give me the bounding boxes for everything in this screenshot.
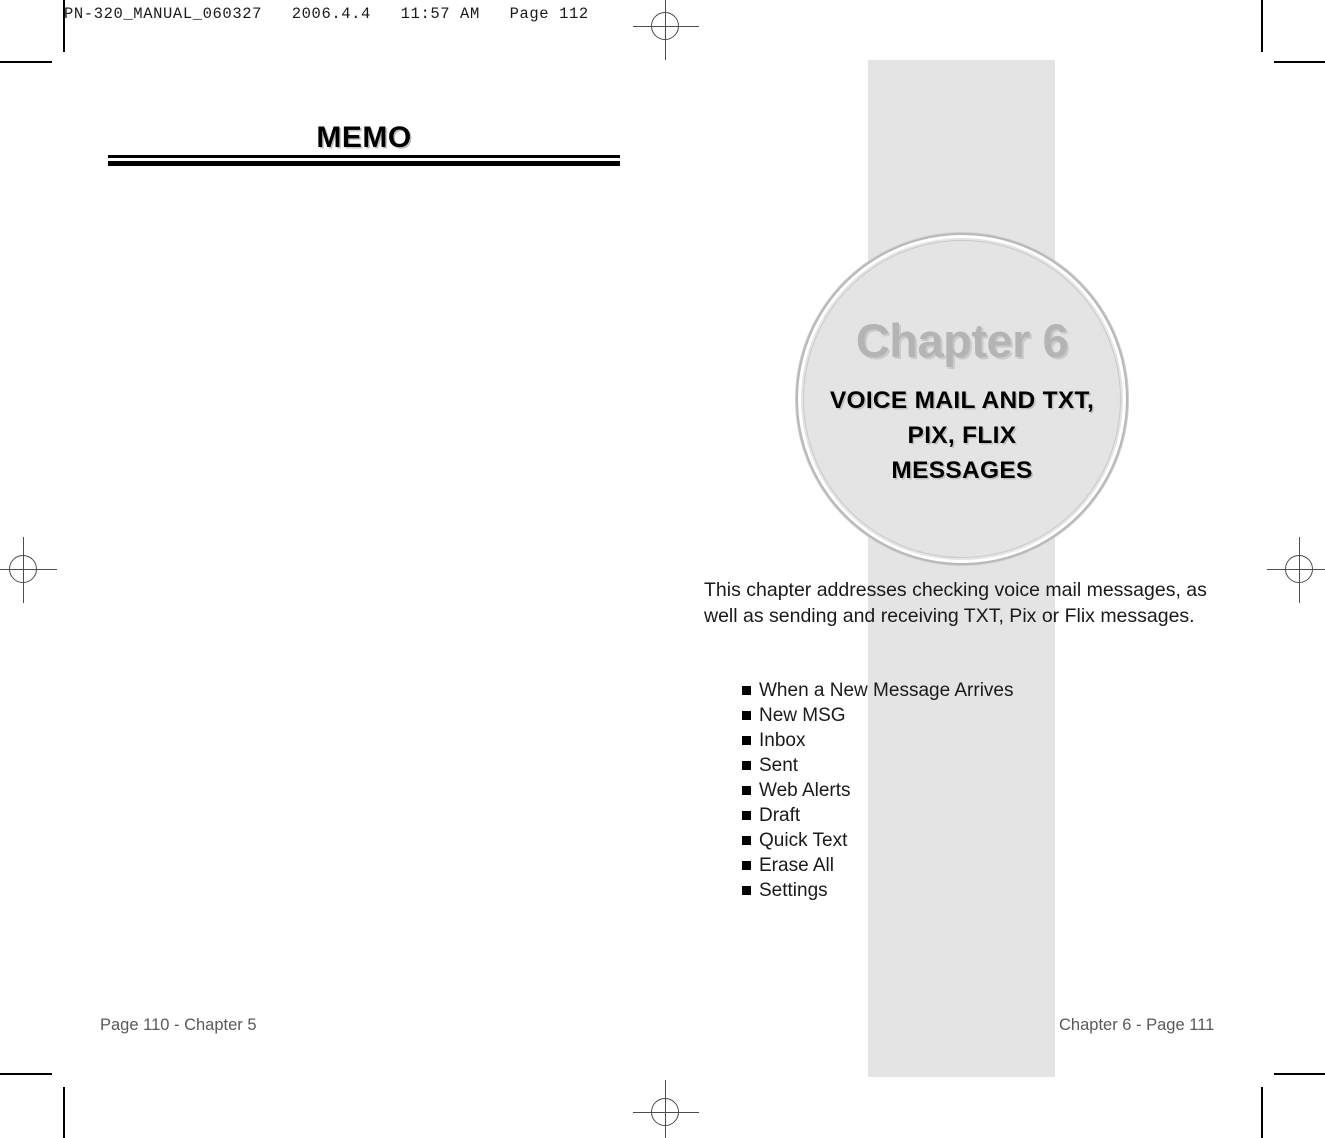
- list-item: Quick Text: [742, 828, 1014, 853]
- chapter-title-line-3: MESSAGES: [891, 457, 1033, 484]
- list-item: Web Alerts: [742, 778, 1014, 803]
- crop-mark-bottom-left-horizontal: [0, 1073, 52, 1075]
- footer-right: Chapter 6 - Page 111: [1059, 1016, 1215, 1034]
- page-background-band: [868, 60, 1055, 1077]
- list-item-label: Erase All: [759, 854, 834, 876]
- chapter-intro-paragraph: This chapter addresses checking voice ma…: [704, 579, 1207, 627]
- memo-rule-thick: [108, 161, 620, 166]
- chapter-title-line-1: VOICE MAIL AND TXT,: [829, 387, 1095, 414]
- chapter-topic-list: When a New Message Arrives New MSG Inbox Se…: [742, 678, 1014, 903]
- list-item-label: Web Alerts: [759, 779, 851, 801]
- square-bullet-icon: [742, 686, 751, 695]
- list-item: Draft: [742, 803, 1014, 828]
- memo-rule-thin: [108, 155, 620, 158]
- list-item: Sent: [742, 753, 1014, 778]
- crop-mark-bottom-right-vertical: [1261, 1087, 1263, 1138]
- square-bullet-icon: [742, 861, 751, 870]
- prepress-header-text: PN-320_MANUAL_060327 2006.4.4 11:57 AM P…: [64, 5, 589, 23]
- square-bullet-icon: [742, 811, 751, 820]
- list-item: Settings: [742, 878, 1014, 903]
- crop-mark-top-left-vertical: [63, 0, 65, 52]
- memo-heading: MEMO: [316, 121, 412, 154]
- crop-mark-top-left-horizontal: [0, 61, 52, 63]
- manual-page-spread: PN-320_MANUAL_060327 2006.4.4 11:57 AM P…: [0, 0, 1325, 1138]
- registration-mark-left-icon: [0, 531, 63, 609]
- square-bullet-icon: [742, 736, 751, 745]
- chapter-title-line-2: PIX, FLIX: [907, 422, 1017, 449]
- square-bullet-icon: [742, 786, 751, 795]
- chapter-number-label: Chapter 6: [855, 314, 1069, 367]
- square-bullet-icon: [742, 886, 751, 895]
- list-item: When a New Message Arrives: [742, 678, 1014, 703]
- registration-mark-right-icon: [1261, 531, 1325, 609]
- list-item: Erase All: [742, 853, 1014, 878]
- crop-mark-bottom-left-vertical: [63, 1087, 65, 1138]
- list-item-label: Sent: [759, 754, 799, 776]
- list-item-label: Settings: [759, 879, 828, 901]
- registration-mark-bottom-icon: [627, 1074, 705, 1138]
- square-bullet-icon: [742, 836, 751, 845]
- list-item-label: When a New Message Arrives: [759, 679, 1014, 701]
- list-item: New MSG: [742, 703, 1014, 728]
- square-bullet-icon: [742, 761, 751, 770]
- list-item: Inbox: [742, 728, 1014, 753]
- registration-mark-top-icon: [627, 0, 705, 66]
- crop-mark-bottom-right-horizontal: [1274, 1073, 1325, 1075]
- list-item-label: Draft: [759, 804, 801, 826]
- list-item-label: Inbox: [759, 729, 806, 751]
- footer-left: Page 110 - Chapter 5: [100, 1016, 257, 1034]
- square-bullet-icon: [742, 711, 751, 720]
- chapter-badge-circle: Chapter 6 VOICE MAIL AND TXT, PIX, FLIX …: [796, 233, 1128, 565]
- crop-mark-top-right-vertical: [1261, 0, 1263, 52]
- list-item-label: New MSG: [759, 704, 846, 726]
- chapter-title: VOICE MAIL AND TXT, PIX, FLIX MESSAGES: [798, 383, 1126, 488]
- crop-mark-top-right-horizontal: [1274, 61, 1325, 63]
- list-item-label: Quick Text: [759, 829, 848, 851]
